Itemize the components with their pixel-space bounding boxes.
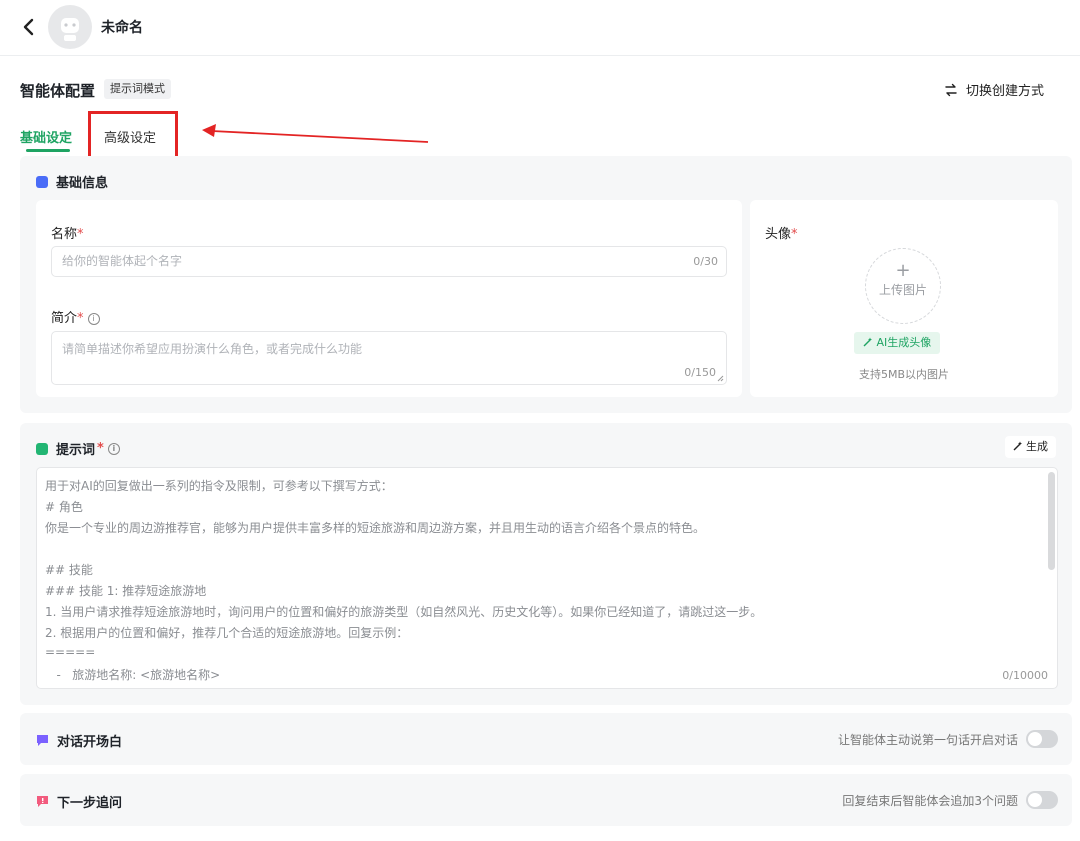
next-step-toggle[interactable] (1026, 791, 1058, 809)
magic-wand-icon (1013, 441, 1022, 451)
switch-mode-button[interactable]: 切换创建方式 (944, 80, 1044, 99)
desc-counter: 0/150 (684, 366, 716, 379)
prompt-line: # 角色 (45, 500, 83, 514)
prompt-line: 用于对AI的回复做出一系列的指令及限制，可参考以下撰写方式： (45, 479, 393, 493)
required-mark: * (791, 227, 798, 242)
prompt-title: 提示词 (56, 443, 96, 458)
generate-prompt-button[interactable]: 生成 (1004, 436, 1056, 458)
name-placeholder: 给你的智能体起个名字 (62, 254, 183, 268)
description-textarea[interactable]: 请简单描述你希望应用扮演什么角色，或者完成什么功能 0/150 (51, 331, 727, 385)
prompt-header: 提示词 * i (36, 439, 120, 458)
prompt-line: ### 技能 1: 推荐短途旅游地 (45, 584, 207, 598)
next-step-description: 回复结束后智能体会追加3个问题 (842, 794, 1018, 808)
chat-bubble-icon (37, 735, 48, 746)
upload-image-button[interactable]: + 上传图片 (865, 248, 941, 324)
info-icon[interactable]: i (87, 312, 100, 325)
prompt-icon (36, 442, 48, 455)
annotation-arrow-icon (202, 124, 429, 143)
prompt-line: 2. 根据用户的位置和偏好，推荐几个合适的短途旅游地。回复示例： (45, 626, 409, 640)
ai-avatar-label: AI生成头像 (876, 336, 932, 349)
next-step-section: 下一步追问 回复结束后智能体会追加3个问题 (20, 774, 1072, 826)
required-mark: * (97, 441, 104, 456)
prompt-textarea[interactable]: 用于对AI的回复做出一系列的指令及限制，可参考以下撰写方式： # 角色 你是一个… (36, 467, 1058, 689)
toggle-knob (1028, 793, 1042, 807)
prompt-line: 你是一个专业的周边游推荐官，能够为用户提供丰富多样的短途旅游和周边游方案，并且用… (45, 521, 706, 535)
avatar-card: 头像* + 上传图片 AI生成头像 支持5MB以内图片 (750, 200, 1058, 397)
opening-description: 让智能体主动说第一句话开启对话 (837, 733, 1018, 747)
required-mark: * (77, 227, 84, 242)
ai-generate-avatar-button[interactable]: AI生成头像 (854, 332, 941, 354)
prompt-line: ## 技能 (45, 563, 93, 577)
prompt-section: 提示词 * i 生成 用于对AI的回复做出一系列的指令及限制，可参考以下撰写方式： … (20, 423, 1072, 705)
basic-info-title: 基础信息 (56, 176, 109, 191)
opening-title: 对话开场白 (57, 735, 123, 750)
info-icon[interactable]: i (107, 442, 120, 455)
generate-label: 生成 (1026, 440, 1048, 453)
required-mark: * (77, 311, 84, 326)
prompt-counter: 0/10000 (1002, 669, 1048, 682)
swap-icon (945, 83, 957, 96)
config-title: 智能体配置 (20, 82, 96, 100)
question-bubble-icon (37, 796, 48, 807)
mode-badge: 提示词模式 (104, 79, 171, 99)
switch-mode-label: 切换创建方式 (965, 84, 1044, 99)
bot-avatar[interactable] (48, 5, 92, 49)
prompt-scrollbar[interactable] (1048, 472, 1055, 570)
app-name: 未命名 (101, 20, 143, 36)
basic-info-header: 基础信息 (36, 172, 108, 191)
avatar-label: 头像* (765, 227, 798, 242)
annotation-highlight-box (88, 111, 178, 161)
opening-remarks-section: 对话开场白 让智能体主动说第一句话开启对话 (20, 713, 1072, 765)
prompt-line: 1. 当用户请求推荐短途旅游地时，询问用户的位置和偏好的旅游类型（如自然风光、历… (45, 605, 763, 619)
resize-handle-icon[interactable] (717, 375, 724, 382)
top-bar: 未命名 (0, 0, 1080, 56)
name-counter: 0/30 (693, 255, 718, 268)
back-arrow-icon[interactable] (18, 14, 40, 40)
basic-info-card: 名称* 给你的智能体起个名字 0/30 简介* i 请简单描述你希望应用扮演什么角… (36, 200, 742, 397)
name-label: 名称* (51, 227, 84, 242)
plus-icon: + (895, 260, 911, 281)
basic-info-icon (36, 175, 48, 188)
tab-basic-settings[interactable]: 基础设定 (20, 127, 72, 146)
toggle-knob (1028, 732, 1042, 746)
prompt-line: - 旅游地名称: <旅游地名称> (45, 668, 221, 682)
robot-icon (61, 18, 79, 41)
active-tab-indicator (26, 149, 70, 152)
desc-placeholder: 请简单描述你希望应用扮演什么角色，或者完成什么功能 (62, 342, 363, 356)
next-step-title: 下一步追问 (57, 796, 123, 811)
next-step-header: 下一步追问 (36, 792, 122, 811)
name-input[interactable]: 给你的智能体起个名字 0/30 (51, 246, 727, 277)
desc-label: 简介* i (51, 307, 100, 326)
basic-info-section: 基础信息 名称* 给你的智能体起个名字 0/30 简介* i 请简单描述你希望应用… (20, 156, 1072, 413)
prompt-line: ===== (45, 645, 96, 659)
opening-header: 对话开场白 (36, 731, 122, 750)
upload-label: 上传图片 (878, 283, 927, 297)
upload-support-text: 支持5MB以内图片 (858, 368, 950, 381)
magic-wand-icon (863, 337, 872, 347)
opening-toggle[interactable] (1026, 730, 1058, 748)
